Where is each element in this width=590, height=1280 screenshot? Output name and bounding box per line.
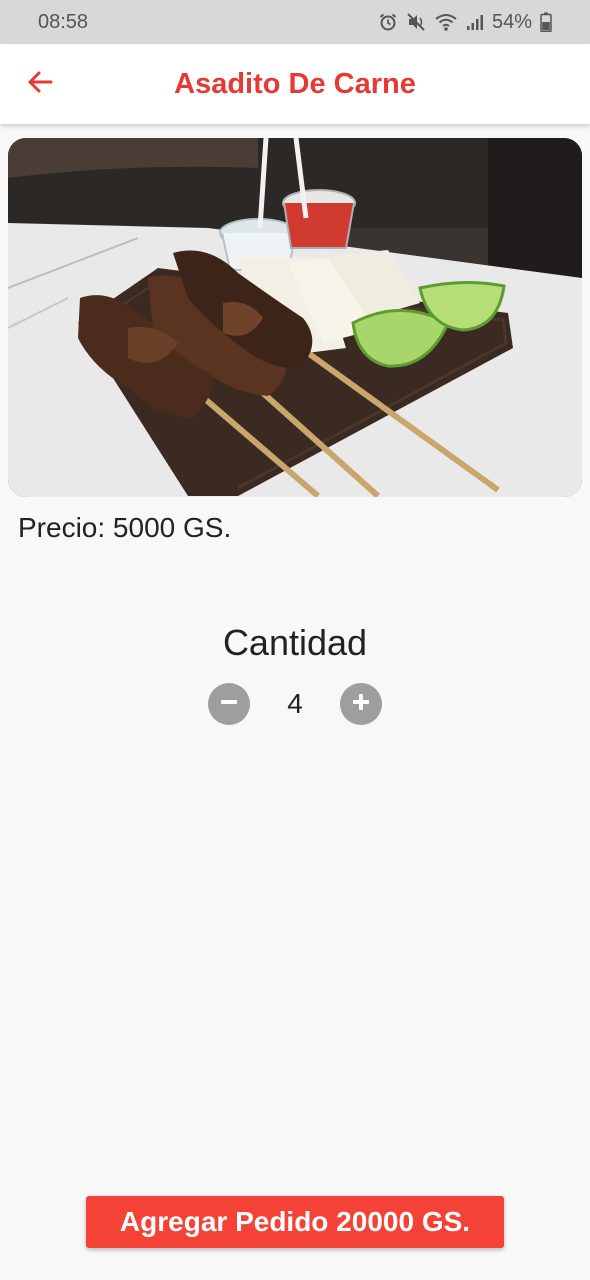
status-bar: 08:58 54% (0, 0, 590, 44)
quantity-value: 4 (287, 688, 303, 719)
quantity-label: Cantidad (222, 622, 368, 663)
status-icons: 54% (378, 11, 552, 34)
alarm-icon (378, 12, 398, 32)
signal-icon (466, 13, 484, 31)
product-image (8, 138, 582, 497)
mute-icon (406, 12, 426, 32)
product-detail-screen: 08:58 54% Asadito De Carne Precio: 5000 … (0, 0, 590, 1280)
quantity-stepper: 4 (0, 682, 590, 726)
back-button[interactable] (18, 64, 62, 104)
minus-icon (217, 690, 241, 719)
add-order-button[interactable]: Agregar Pedido 20000 GS. (86, 1196, 504, 1248)
battery-icon (540, 12, 552, 32)
page-title: Asadito De Carne (174, 67, 416, 100)
product-price: Precio: 5000 GS. (18, 512, 232, 543)
battery-percentage: 54% (491, 10, 532, 33)
arrow-left-icon (26, 68, 54, 101)
status-time: 08:58 (38, 10, 89, 33)
app-bar: Asadito De Carne (0, 44, 590, 124)
wifi-icon (434, 12, 458, 32)
increment-button[interactable] (340, 683, 382, 725)
decrement-button[interactable] (208, 683, 250, 725)
plus-icon (349, 690, 373, 719)
